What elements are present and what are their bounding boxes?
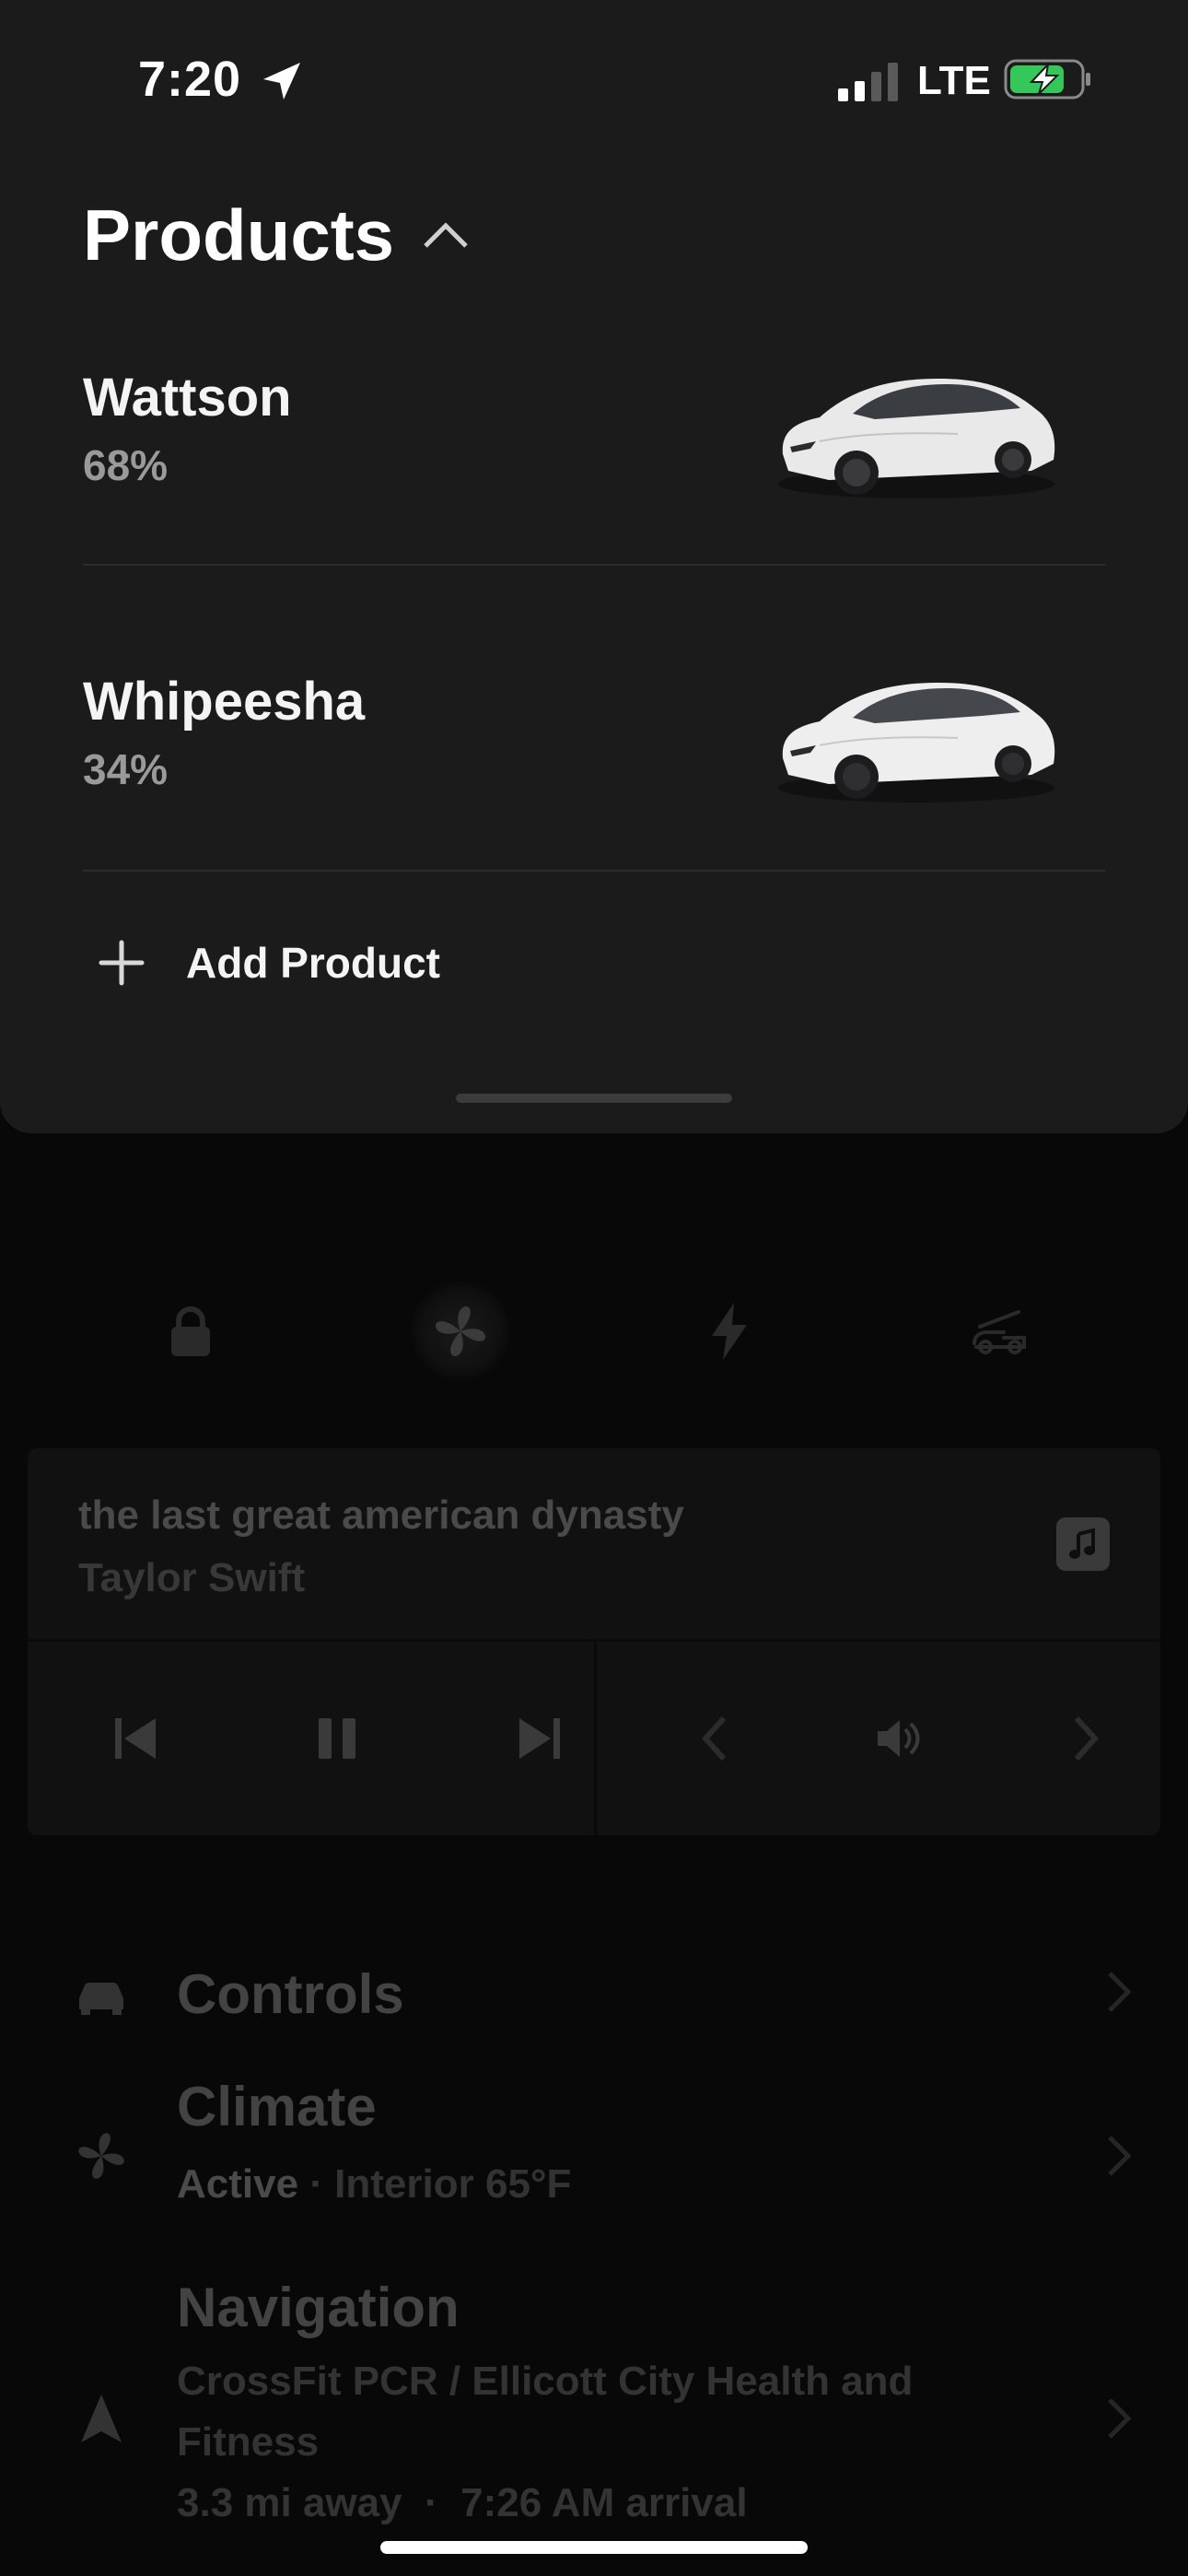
product-whipeesha[interactable]: Whipeesha 34% [83, 608, 1105, 912]
status-time: 7:20 [138, 52, 242, 107]
chevron-right-icon [1108, 1972, 1132, 2012]
volume-button[interactable] [854, 1692, 946, 1785]
add-product-label: Add Product [186, 939, 440, 987]
location-arrow-icon [263, 63, 300, 100]
chevron-up-icon [424, 222, 468, 248]
next-track-icon [519, 1718, 560, 1759]
source-previous-button[interactable] [670, 1692, 763, 1785]
previous-track-button[interactable] [89, 1692, 181, 1785]
product-name: Wattson [83, 368, 292, 427]
plus-icon [99, 940, 145, 986]
media-controls [28, 1642, 1160, 1835]
menu-navigation[interactable]: Navigation CrossFit PCR / Ellicott City … [0, 2276, 1188, 2552]
product-battery-level: 34% [83, 745, 169, 793]
now-playing[interactable]: the last great american dynasty Taylor S… [28, 1448, 1160, 1642]
menu-navigation-title: Navigation [177, 2277, 460, 2338]
chevron-right-icon [1108, 2136, 1132, 2176]
pause-icon [319, 1718, 355, 1759]
row-divider [83, 564, 1105, 566]
navigation-eta: 3.3 mi away · 7:26 AM arrival [177, 2480, 748, 2525]
menu-climate-title: Climate [177, 2076, 377, 2137]
status-bar: 7:20 LTE [0, 0, 1188, 157]
battery-charging-icon [1004, 59, 1090, 100]
track-title: the last great american dynasty [78, 1493, 684, 1538]
next-track-button[interactable] [494, 1692, 586, 1785]
climate-quick-button[interactable] [410, 1281, 511, 1382]
media-divider [594, 1642, 597, 1835]
menu-navigation-chevron [1101, 2391, 1137, 2446]
climate-detail: · Interior 65°F [298, 2161, 572, 2207]
navigation-destination-line1: CrossFit PCR / Ellicott City Health and [177, 2359, 914, 2404]
chevron-right-icon [1108, 2398, 1132, 2439]
menu-controls-chevron [1101, 1964, 1137, 2020]
menu-climate-subtitle: Active · Interior 65°F [177, 2154, 571, 2215]
quick-actions-row [0, 1281, 1188, 1382]
add-product-button[interactable]: Add Product [83, 912, 440, 1013]
product-battery-level: 68% [83, 441, 169, 489]
network-type: LTE [917, 58, 991, 103]
navigation-arrow-icon [69, 2386, 134, 2451]
previous-track-icon [115, 1718, 156, 1759]
charge-button[interactable] [679, 1281, 780, 1382]
media-player: the last great american dynasty Taylor S… [28, 1448, 1160, 1835]
lightning-icon [712, 1303, 747, 1360]
products-title: Products [83, 193, 395, 275]
music-source-button[interactable] [1056, 1517, 1110, 1571]
home-indicator[interactable] [380, 2541, 808, 2554]
lock-icon [171, 1306, 210, 1356]
product-wattson[interactable]: Wattson 68% [83, 304, 1105, 608]
climate-status: Active [177, 2161, 299, 2207]
row-divider [83, 870, 1105, 872]
track-artist: Taylor Swift [78, 1555, 306, 1600]
products-sheet: 7:20 LTE Products Wattson 68% Whipeesha … [0, 0, 1188, 1133]
frunk-button[interactable] [949, 1281, 1050, 1382]
menu-climate[interactable]: Climate Active · Interior 65°F [0, 2064, 1188, 2248]
chevron-left-icon [701, 1715, 727, 1762]
cellular-signal-icon [838, 63, 898, 101]
chevron-right-icon [1074, 1715, 1100, 1762]
music-note-icon [1069, 1528, 1095, 1559]
menu-climate-chevron [1101, 2128, 1137, 2184]
lock-button[interactable] [140, 1281, 241, 1382]
frunk-icon [973, 1310, 1026, 1354]
navigation-destination-line2: Fitness [177, 2419, 320, 2465]
products-header-toggle[interactable]: Products [83, 193, 472, 276]
car-icon [69, 1962, 134, 2027]
menu-controls[interactable]: Controls [0, 1926, 1188, 2064]
white-suv-image [778, 379, 1055, 498]
volume-icon [878, 1720, 920, 1757]
sheet-grabber[interactable] [456, 1094, 732, 1103]
fan-icon [69, 2124, 134, 2188]
fan-icon [435, 1306, 486, 1357]
product-name: Whipeesha [83, 672, 366, 732]
white-suv-image [778, 683, 1055, 802]
menu-controls-title: Controls [177, 1963, 404, 2025]
source-next-button[interactable] [1038, 1692, 1130, 1785]
pause-button[interactable] [291, 1692, 383, 1785]
